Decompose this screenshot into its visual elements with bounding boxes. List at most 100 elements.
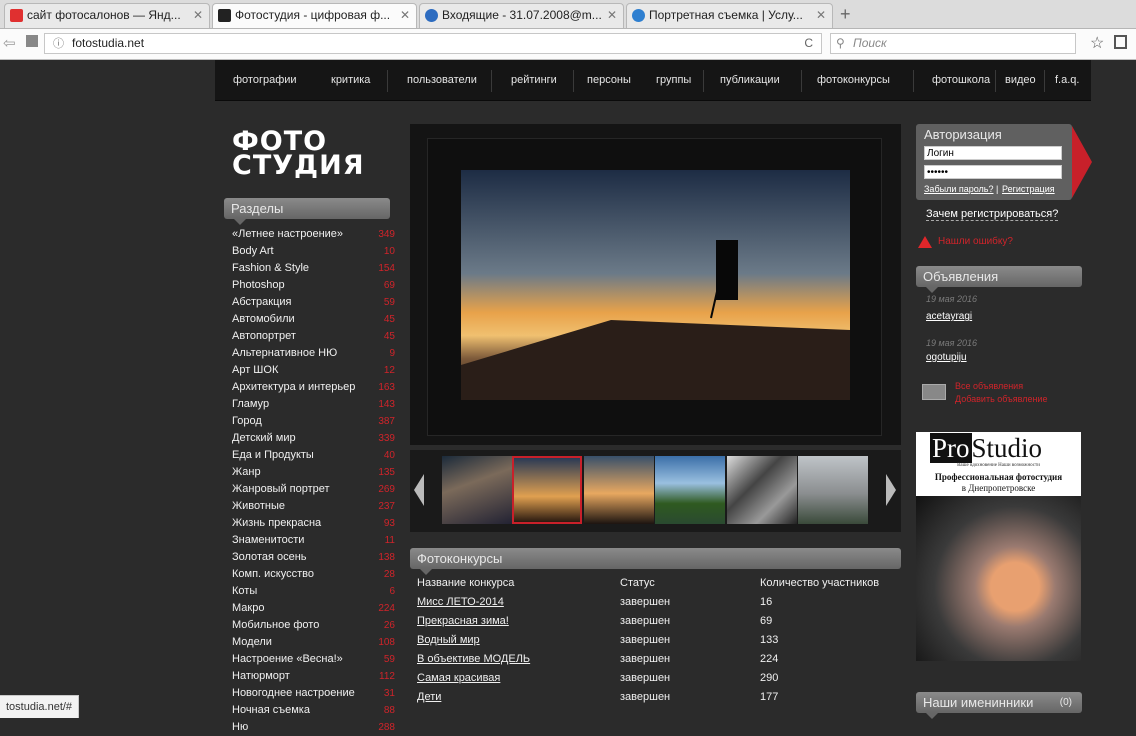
contest-name-link[interactable]: Прекрасная зима! — [417, 612, 509, 631]
section-item[interactable]: Животные 237 — [232, 498, 404, 515]
menu-item-video[interactable]: видео — [1005, 74, 1036, 86]
contest-status: завершен — [620, 615, 671, 627]
thumbnail[interactable] — [727, 456, 797, 524]
login-arrow-button[interactable] — [1072, 126, 1092, 198]
status-bar: tostudia.net/# — [0, 695, 80, 718]
bookmarks-icon[interactable] — [26, 35, 38, 47]
section-item[interactable]: Знаменитости 11 — [232, 532, 404, 549]
password-field[interactable] — [924, 165, 1062, 179]
tab-yandex[interactable]: сайт фотосалонов — Янд... ✕ — [4, 3, 210, 28]
section-item[interactable]: Альтернативное НЮ 9 — [232, 345, 404, 362]
section-item[interactable]: Fashion & Style 154 — [232, 260, 404, 277]
search-input[interactable]: ⚲ Поиск — [830, 33, 1076, 54]
section-item[interactable]: Автопортрет 45 — [232, 328, 404, 345]
close-icon[interactable]: ✕ — [193, 4, 203, 27]
section-item[interactable]: Мобильное фото 26 — [232, 617, 404, 634]
menu-item-faq[interactable]: f.a.q. — [1055, 74, 1079, 86]
ad-user-link[interactable]: acetayragi — [926, 311, 972, 322]
section-item[interactable]: Еда и Продукты 40 — [232, 447, 404, 464]
section-count: 339 — [378, 433, 395, 444]
prostudio-banner[interactable]: ProStudio Ваше вдохновение Наши возможно… — [916, 432, 1081, 661]
menu-item-publications[interactable]: публикации — [720, 74, 780, 86]
why-register-link[interactable]: Зачем регистрироваться? — [926, 208, 1059, 221]
section-item[interactable]: Арт ШОК 12 — [232, 362, 404, 379]
section-item[interactable]: Ночная съемка 88 — [232, 702, 404, 719]
section-item[interactable]: Натюрморт 112 — [232, 668, 404, 685]
section-count: 9 — [389, 348, 395, 359]
menu-item-photos[interactable]: фотографии — [233, 74, 297, 86]
section-item[interactable]: Макро 224 — [232, 600, 404, 617]
tab-label: сайт фотосалонов — Янд... — [27, 8, 181, 22]
section-count: 349 — [378, 229, 395, 240]
contests-title: Фотоконкурсы — [417, 551, 503, 566]
prev-arrow-icon[interactable] — [414, 474, 424, 506]
new-tab-button[interactable]: + — [840, 3, 851, 25]
section-item[interactable]: Photoshop 69 — [232, 277, 404, 294]
tab-mail[interactable]: Входящие - 31.07.2008@m... ✕ — [419, 3, 624, 28]
thumbnail[interactable] — [655, 456, 725, 524]
section-label: Настроение «Весна!» — [232, 653, 343, 665]
section-item[interactable]: Жанровый портрет 269 — [232, 481, 404, 498]
contest-name-link[interactable]: В объективе МОДЕЛЬ — [417, 650, 530, 669]
next-arrow-icon[interactable] — [886, 474, 896, 506]
contest-name-link[interactable]: Дети — [417, 688, 441, 707]
section-item[interactable]: Ню 288 — [232, 719, 404, 736]
featured-photo[interactable] — [461, 170, 850, 400]
section-item[interactable]: Настроение «Весна!» 59 — [232, 651, 404, 668]
section-item[interactable]: Абстракция 59 — [232, 294, 404, 311]
section-label: Ню — [232, 721, 249, 733]
menu-item-critique[interactable]: критика — [331, 74, 370, 86]
auth-panel: Авторизация Забыли пароль? | Регистрация — [916, 124, 1072, 200]
add-ad-link[interactable]: Добавить объявление — [955, 394, 1047, 404]
reading-list-icon[interactable] — [1114, 35, 1127, 49]
section-item[interactable]: Жизнь прекрасна 93 — [232, 515, 404, 532]
section-item[interactable]: Архитектура и интерьер 163 — [232, 379, 404, 396]
all-ads-link[interactable]: Все объявления — [955, 381, 1023, 391]
section-item[interactable]: Жанр 135 — [232, 464, 404, 481]
sections-header: Разделы — [224, 198, 390, 225]
section-item[interactable]: Модели 108 — [232, 634, 404, 651]
info-icon[interactable]: ⓘ — [53, 35, 64, 54]
star-icon[interactable]: ☆ — [1090, 33, 1104, 53]
banner-logo: ProStudio — [930, 433, 1042, 464]
ad-user-link[interactable]: ogotupiju — [926, 352, 967, 363]
thumbnail[interactable] — [584, 456, 654, 524]
tab-portrait[interactable]: Портретная съемка | Услу... ✕ — [626, 3, 833, 28]
reload-icon[interactable]: C — [804, 34, 813, 53]
menu-item-ratings[interactable]: рейтинги — [511, 74, 557, 86]
section-item[interactable]: Детский мир 339 — [232, 430, 404, 447]
close-icon[interactable]: ✕ — [607, 4, 617, 27]
section-item[interactable]: Автомобили 45 — [232, 311, 404, 328]
contest-name-link[interactable]: Водный мир — [417, 631, 480, 650]
back-icon[interactable]: ⇦ — [3, 34, 16, 52]
section-item[interactable]: Коты 6 — [232, 583, 404, 600]
menu-item-contests[interactable]: фотоконкурсы — [817, 74, 890, 86]
section-item[interactable]: «Летнее настроение» 349 — [232, 226, 404, 243]
contest-name-link[interactable]: Самая красивая — [417, 669, 500, 688]
section-item[interactable]: Гламур 143 — [232, 396, 404, 413]
menu-item-groups[interactable]: группы — [656, 74, 691, 86]
menu-item-users[interactable]: пользователи — [407, 74, 477, 86]
menu-divider — [1044, 70, 1045, 92]
close-icon[interactable]: ✕ — [400, 4, 410, 27]
section-item[interactable]: Золотая осень 138 — [232, 549, 404, 566]
menu-item-school[interactable]: фотошкола — [932, 74, 990, 86]
section-item[interactable]: Комп. искусство 28 — [232, 566, 404, 583]
section-item[interactable]: Город 387 — [232, 413, 404, 430]
thumbnail[interactable] — [798, 456, 868, 524]
menu-item-persons[interactable]: персоны — [587, 74, 631, 86]
section-item[interactable]: Body Art 10 — [232, 243, 404, 260]
register-link[interactable]: Регистрация — [1002, 184, 1055, 194]
login-field[interactable] — [924, 146, 1062, 160]
contest-name-link[interactable]: Мисс ЛЕТО-2014 — [417, 593, 504, 612]
report-error-link[interactable]: Нашли ошибку? — [938, 236, 1013, 247]
thumbnail[interactable] — [442, 456, 512, 524]
thumbnail-selected[interactable] — [512, 456, 582, 524]
address-bar[interactable]: ⓘ fotostudia.net C — [44, 33, 822, 54]
section-label: Photoshop — [232, 279, 285, 291]
close-icon[interactable]: ✕ — [816, 4, 826, 27]
forgot-password-link[interactable]: Забыли пароль? — [924, 184, 993, 194]
section-count: 112 — [379, 671, 395, 682]
tab-fotostudia[interactable]: Фотостудия - цифровая ф... ✕ — [212, 3, 417, 28]
section-item[interactable]: Новогоднее настроение 31 — [232, 685, 404, 702]
